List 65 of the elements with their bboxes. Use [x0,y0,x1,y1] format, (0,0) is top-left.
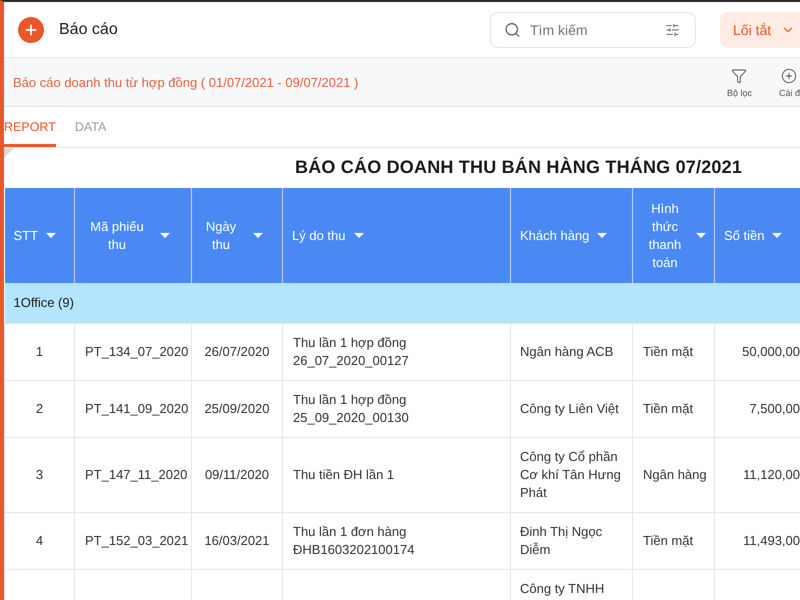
group-header[interactable]: 1Office (9) [4,283,800,323]
column-label: Mã phiếu thu [89,218,145,254]
sort-caret-icon[interactable] [772,233,782,238]
column-label: STT [14,226,38,244]
payment-method: Ngân hàng [643,466,707,484]
filter-button[interactable]: Bộ lọc [726,68,752,98]
amount: 7,500,00 [749,400,800,418]
payment-method: Tiền mặt [643,532,694,550]
column-header[interactable]: Ngày thu [192,188,282,283]
column-label: Hình thức thanh toán [648,200,682,272]
receipt-date: 26/07/2020 [204,342,270,360]
receipt-reason: Thu lần 1 hợp đồng 25_09_2020_00130 [293,390,410,426]
sort-caret-icon[interactable] [696,233,706,238]
shortcut-button[interactable]: Lối tắt [720,12,800,48]
sort-caret-icon[interactable] [597,233,608,238]
filter-icon [731,68,748,84]
search-icon [504,22,521,38]
tab[interactable]: DATA [74,107,106,147]
sliders-icon[interactable] [665,22,680,38]
receipt-code: PT_152_03_2021 [85,532,188,550]
customer-name: Đinh Thị Ngọc Diễm [520,522,604,558]
amount: 50,000,00 [742,342,800,360]
receipt-code: PT_134_07_2020 [85,342,188,360]
column-header[interactable]: Lý do thu [282,188,510,283]
column-header[interactable]: Khách hàng [510,188,632,283]
plus-icon [23,22,39,38]
receipt-date: 16/03/2021 [204,532,270,550]
create-button[interactable] [18,16,44,42]
amount: 11,493,00 [743,532,800,550]
receipt-date: 25/09/2020 [204,400,270,418]
sort-caret-icon[interactable] [354,233,364,238]
customer-name: Ngân hàng ACB [520,342,614,360]
receipt-code: PT_141_09_2020 [85,400,188,418]
column-header[interactable]: Số tiền [714,188,800,283]
customer-name: Công ty TNHH [520,580,604,598]
column-header[interactable]: Hình thức thanh toán [632,188,714,283]
report-heading: BÁO CÁO DOANH THU BÁN HÀNG THÁNG 07/2021 [295,157,742,178]
column-header[interactable]: Mã phiếu thu [74,188,192,283]
row-number: 2 [36,400,44,418]
app-title: Báo cáo [59,20,118,38]
payment-method: Tiền mặt [643,342,694,360]
receipt-reason: Thu lần 1 hợp đồng 26_07_2020_00127 [293,334,410,370]
customer-name: Công ty Cổ phần Cơ khí Tân Hưng Phát [520,448,622,502]
sort-caret-icon[interactable] [253,233,263,238]
receipt-reason: Thu lần 1 đơn hàng ĐHB1603202100174 [293,522,416,558]
report-subtitle: Báo cáo doanh thu từ hợp đồng ( 01/07/2021 - 09/07/2021 ) [13,74,358,90]
receipt-code: PT_147_11_2020 [85,466,188,484]
column-label: Ngày thu [204,218,238,254]
plus-circle-icon [781,68,798,84]
search-field[interactable]: Tìm kiếm [490,12,696,48]
customer-name: Công ty Liên Việt [520,400,619,418]
column-label: Khách hàng [520,226,590,244]
row-number: 3 [36,466,44,484]
receipt-date: 09/11/2020 [204,466,270,484]
amount: 11,120,00 [743,466,800,484]
payment-method: Tiền mặt [643,400,694,418]
add-button[interactable]: Cài đ [778,68,800,98]
column-header[interactable]: STT [4,188,74,283]
row-number: 1 [36,342,44,360]
row-number: 4 [36,532,44,550]
sort-caret-icon[interactable] [46,233,56,238]
receipt-reason: Thu tiền ĐH lần 1 [293,466,394,484]
sort-caret-icon[interactable] [160,233,170,238]
column-label: Số tiền [724,226,764,244]
column-label: Lý do thu [292,226,346,244]
